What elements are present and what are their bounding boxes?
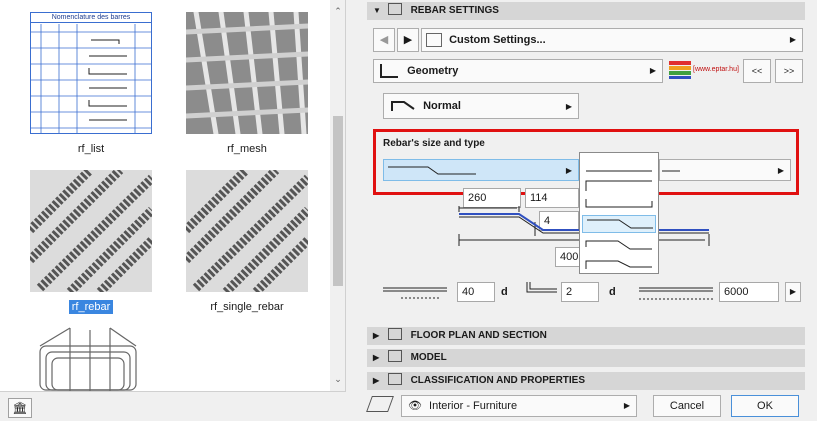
section-model[interactable]: ▶ MODEL [367,349,805,367]
library-item-label-selected: rf_rebar [30,300,152,314]
shape-option-hook-both[interactable] [582,193,656,211]
ok-button[interactable]: OK [731,395,799,417]
nav-next-button[interactable]: >> [775,59,803,83]
brand-link[interactable]: [www.eptar.hu] [693,66,739,73]
straight-shape-icon [586,170,652,172]
total-length-icon [639,287,713,300]
shape-type-dropdown[interactable]: Normal ▶ [383,93,579,119]
rebar-image [30,170,152,292]
bent-hook-shape-icon [585,240,652,250]
dropdown-arrow-icon: ▶ [565,166,572,175]
library-item-rf-list[interactable]: Nomenclature des barres [30,12,152,134]
hook-value-input[interactable]: 2 [561,282,599,302]
hook-shape-icon [585,180,652,191]
hook-both-shape-icon [585,199,653,208]
scroll-down-icon[interactable]: ⌄ [330,374,345,385]
rebar-settings-title: REBAR SETTINGS [410,5,499,16]
rebar-settings-header[interactable]: ▼ REBAR SETTINGS [367,2,805,20]
dropdown-arrow-icon: ▶ [623,401,630,410]
single-rebar-image [186,170,308,292]
library-item-rf-single-rebar[interactable] [186,170,308,292]
rebar-type-dropdown[interactable]: ▶ [659,159,791,181]
expand-right-icon: ▶ [373,376,380,385]
library-item-partial[interactable] [30,326,152,391]
rf-list-thumb-title: Nomenclature des barres [31,13,151,23]
rebar-size-dropdown[interactable]: ▶ [383,159,579,181]
eye-icon: 👁 [408,400,422,412]
shape-option-straight[interactable] [582,157,656,175]
dropdown-arrow-icon: ▶ [649,66,656,75]
bend-value-input[interactable]: 40 [457,282,495,302]
expand-right-icon: ▶ [373,331,380,340]
rf-list-table-graphic [31,24,151,133]
section-model-label: MODEL [410,352,447,363]
library-item-rf-mesh[interactable] [186,12,308,134]
normal-label: Normal [423,100,461,112]
cage-image [39,327,137,391]
library-footer: 🏛 [0,391,346,421]
length-value-input[interactable]: 6000 [719,282,779,302]
bend-diameter-icon [383,287,447,299]
settings-icon [387,3,402,16]
dialog-footer: 👁 Interior - Furniture ▶ Cancel OK [347,391,817,421]
expand-right-icon: ▶ [373,353,380,362]
shape-option-hook-one[interactable] [582,175,656,193]
layer-label: Interior - Furniture [429,400,518,412]
layer-icon [366,396,394,412]
geometry-label: Geometry [407,65,459,77]
length-option-button[interactable]: ▶ [785,282,801,302]
straight-bar-icon [662,170,680,172]
settings-panel: ▼ REBAR SETTINGS ◀ ▶ Custom Settings... … [347,0,817,421]
normal-shape-icon [391,101,415,112]
library-item-label: rf_single_rebar [210,301,284,313]
brand-logo [669,61,691,79]
classification-icon [387,373,402,386]
section-classification-label: CLASSIFICATION AND PROPERTIES [410,375,586,386]
floor-plan-icon [387,328,402,341]
expand-down-icon: ▼ [373,6,381,15]
dropdown-arrow-icon: ▶ [789,35,796,44]
hook-unit-label: d [609,286,616,298]
section-classification[interactable]: ▶ CLASSIFICATION AND PROPERTIES [367,372,805,390]
scroll-thumb[interactable] [333,116,343,286]
model-icon [387,350,402,363]
shape-option-double-hook[interactable] [582,253,656,271]
mesh-image [186,12,308,134]
scroll-up-icon[interactable]: ⌃ [330,6,345,17]
section-floor-plan-label: FLOOR PLAN AND SECTION [410,330,547,341]
nav-prev-button[interactable]: << [743,59,771,83]
library-icon: 🏛 [12,401,28,415]
bent-bar-icon [388,166,476,175]
library-browser: Nomenclature des barres rf_list rf_mesh … [0,0,346,391]
custom-settings-label: Custom Settings... [449,34,546,46]
shape-option-bent-hook[interactable] [582,235,656,253]
library-item-rf-rebar[interactable] [30,170,152,292]
layer-dropdown[interactable]: 👁 Interior - Furniture ▶ [401,395,637,417]
bent-shape-icon [587,219,653,229]
cancel-button[interactable]: Cancel [653,395,721,417]
rebar-shape-popup [579,152,659,274]
hook-length-icon [526,282,557,293]
bend-unit-label: d [501,286,508,298]
next-setting-button[interactable]: ▶ [397,28,419,52]
dropdown-arrow-icon: ▶ [777,166,784,175]
geometry-icon [380,64,398,79]
section-floor-plan[interactable]: ▶ FLOOR PLAN AND SECTION [367,327,805,345]
double-hook-shape-icon [585,260,652,269]
prev-setting-button[interactable]: ◀ [373,28,395,52]
geometry-dropdown[interactable]: Geometry ▶ [373,59,663,83]
favorites-icon [426,33,442,48]
custom-settings-dropdown[interactable]: Custom Settings... ▶ [421,28,803,52]
library-item-label: rf_list [77,143,105,155]
library-menu-button[interactable]: 🏛 [8,398,32,418]
library-item-label: rf_mesh [227,143,267,155]
dropdown-arrow-icon: ▶ [565,102,572,111]
shape-option-bent[interactable] [582,215,656,233]
